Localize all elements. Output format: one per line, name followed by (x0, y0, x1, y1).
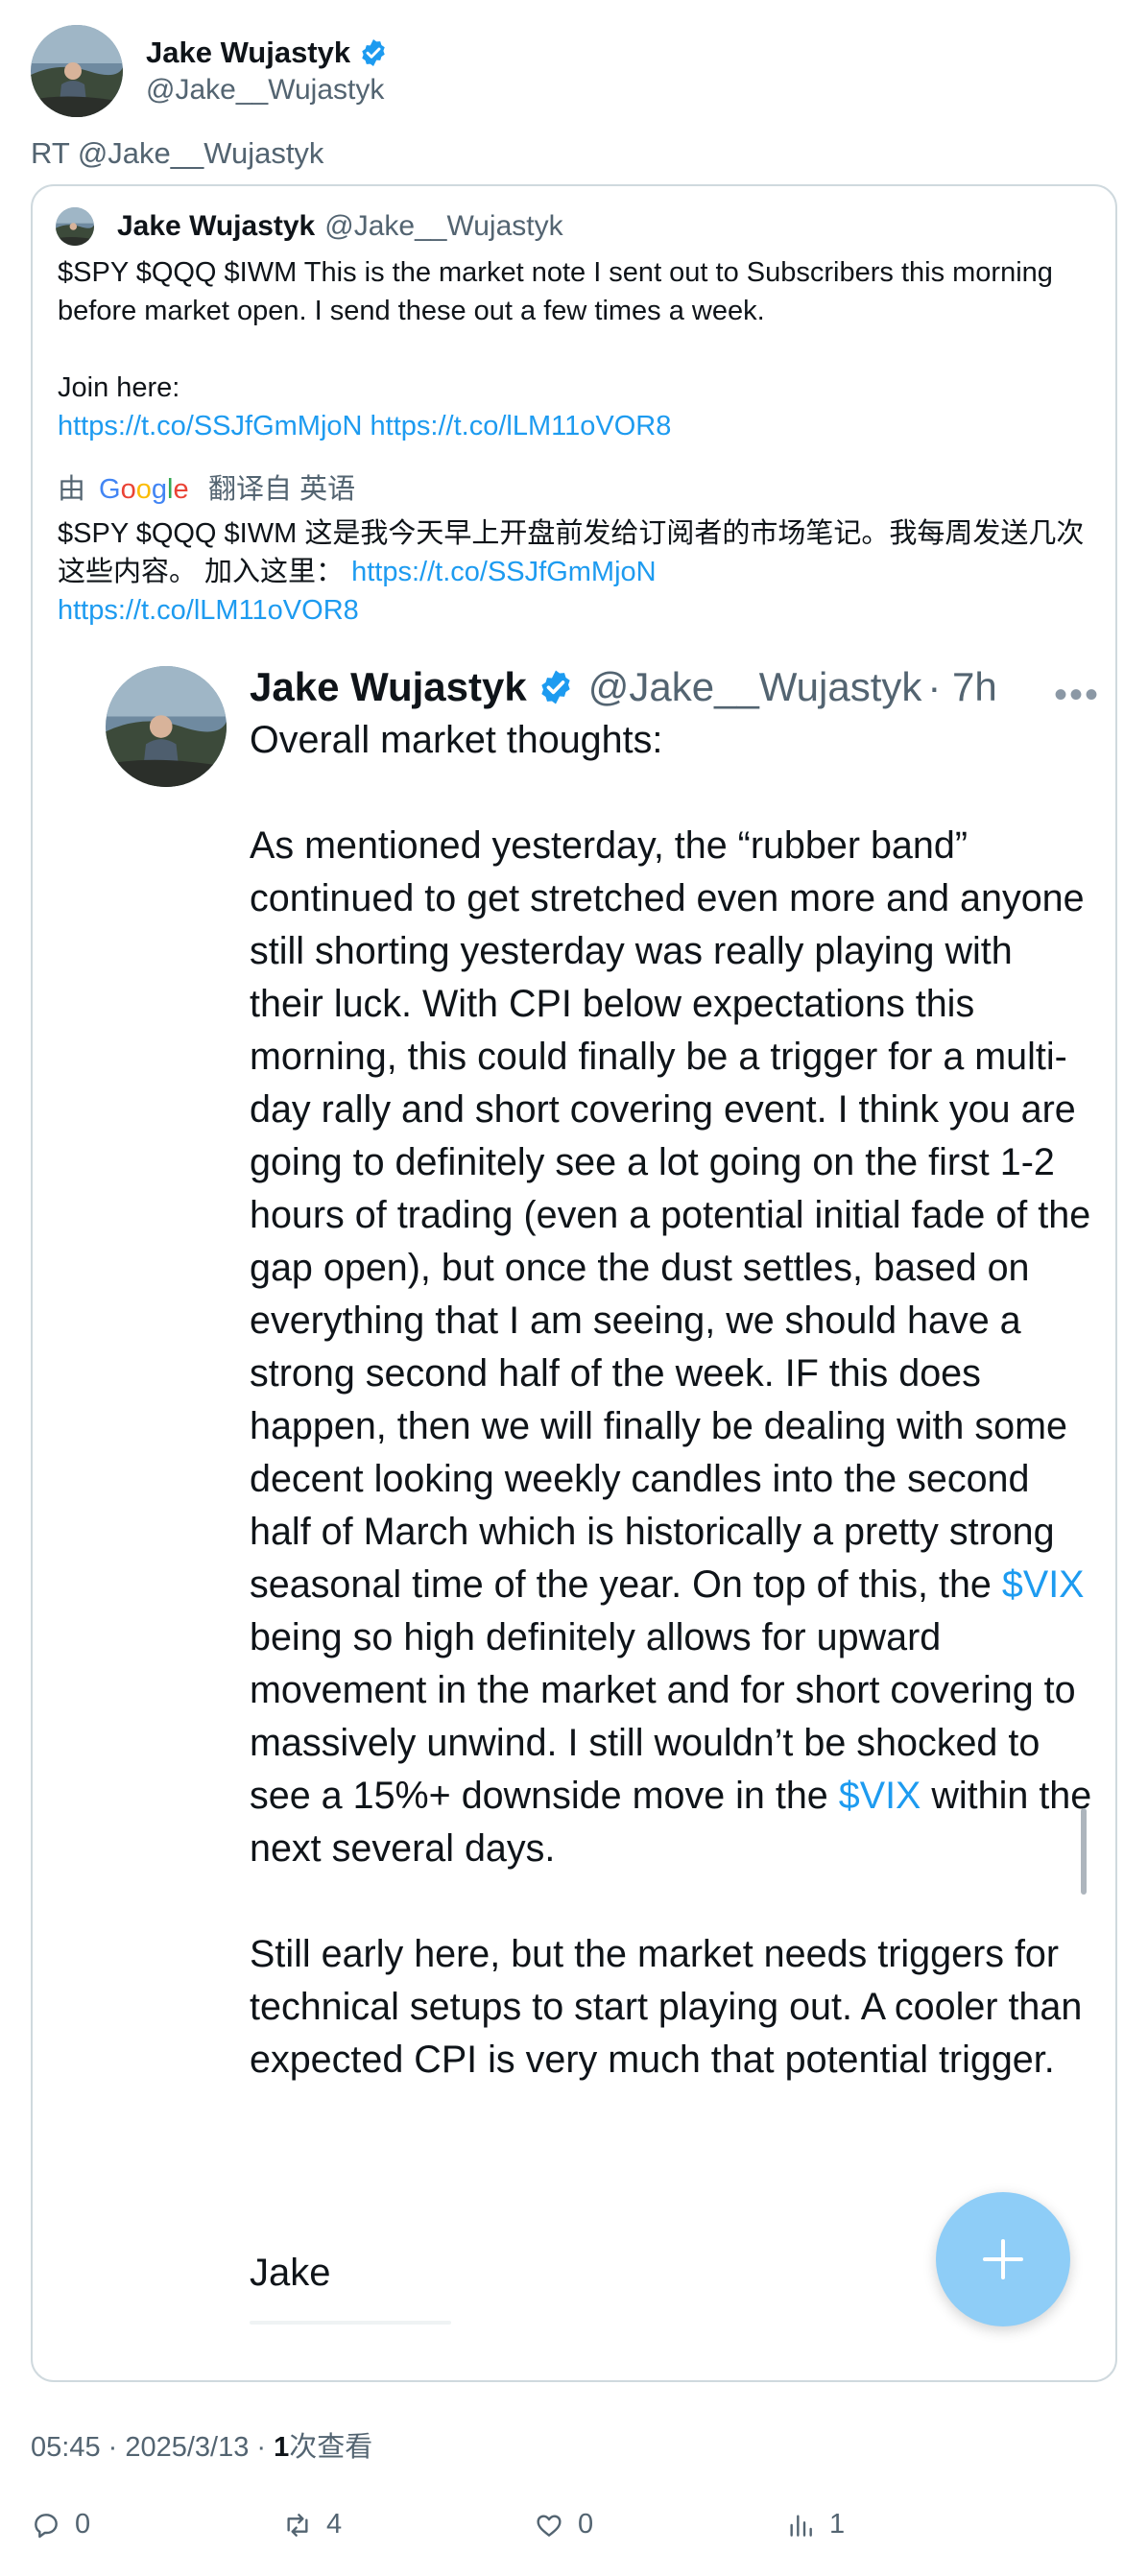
translated-text-block: $SPY $QQQ $IWM 这是我今天早上开盘前发给订阅者的市场笔记。我每周发… (58, 514, 1094, 630)
quoted-author-name[interactable]: Jake Wujastyk (117, 210, 315, 243)
embedded-para-1: Overall market thoughts: (250, 719, 663, 761)
embedded-avatar (106, 666, 227, 787)
embedded-time: · 7h (927, 664, 997, 709)
quoted-tweet-card[interactable]: Jake Wujastyk @Jake__Wujastyk $SPY $QQQ … (31, 184, 1117, 2382)
author-name[interactable]: Jake Wujastyk (146, 36, 350, 70)
quoted-body: $SPY $QQQ $IWM This is the market note I… (58, 253, 1094, 630)
retweet-count: 4 (326, 2509, 343, 2540)
compose-button[interactable] (936, 2192, 1070, 2326)
translated-link-1[interactable]: https://t.co/SSJfGmMjoN (351, 557, 656, 587)
view-label: 次查看 (289, 2432, 373, 2463)
cashtag-vix-1: $VIX (1001, 1563, 1085, 1606)
retweet-icon (287, 2513, 308, 2537)
scrollbar-thumb[interactable] (1081, 1808, 1087, 1895)
author-handle[interactable]: @Jake__Wujastyk (146, 74, 389, 107)
tweet-meta: 05:45 · 2025/3/13 · 1次查看 (31, 2424, 372, 2465)
embedded-divider (250, 2321, 451, 2325)
translation-prefix: 由 (58, 474, 86, 505)
reply-button[interactable]: 0 (31, 2509, 90, 2540)
embedded-tweet-image[interactable]: Jake Wujastyk @Jake__Wujastyk · 7h ••• O… (58, 647, 1098, 2365)
view-count: 1 (274, 2432, 290, 2463)
like-button[interactable]: 0 (534, 2509, 593, 2540)
google-logo-icon: Google (99, 474, 189, 505)
translation-attribution: 由 Google 翻译自 英语 (58, 470, 1094, 509)
tweet-timestamp[interactable]: 05:45 · 2025/3/13 · (31, 2432, 274, 2463)
heart-icon (537, 2514, 562, 2537)
more-options-icon: ••• (1054, 674, 1101, 716)
embedded-para-3: Still early here, but the market needs t… (250, 1933, 1093, 2081)
cashtag-vix-2: $VIX (838, 1775, 921, 1817)
embedded-signature: Jake (250, 2252, 331, 2294)
svg-text:Google: Google (99, 474, 189, 505)
views-button[interactable]: 1 (785, 2509, 845, 2540)
reply-count: 0 (75, 2509, 91, 2540)
quoted-author-handle[interactable]: @Jake__Wujastyk (324, 210, 562, 243)
like-count: 0 (578, 2509, 594, 2540)
embedded-header: Jake Wujastyk @Jake__Wujastyk · 7h (250, 664, 997, 710)
tweet-actions: 0 4 0 1 (31, 2509, 1117, 2547)
quoted-header: Jake Wujastyk @Jake__Wujastyk (56, 207, 563, 246)
author-avatar[interactable] (31, 25, 123, 117)
tweet-header: Jake Wujastyk @Jake__Wujastyk (31, 23, 389, 119)
analytics-icon (790, 2514, 812, 2537)
link-subscribe-2[interactable]: https://t.co/lLM11oVOR8 (371, 411, 672, 441)
translation-suffix: 翻译自 英语 (208, 474, 356, 505)
verified-badge-icon (362, 39, 385, 66)
plus-icon (983, 2239, 1023, 2279)
translated-link-2[interactable]: https://t.co/lLM11oVOR8 (58, 595, 359, 626)
embedded-tweet-text: Overall market thoughts: As mentioned ye… (250, 714, 1094, 2087)
retweet-button[interactable]: 4 (282, 2509, 342, 2540)
views-count: 1 (829, 2509, 846, 2540)
reply-icon (35, 2513, 58, 2538)
retweet-label: RT @Jake__Wujastyk (31, 136, 324, 170)
link-subscribe-1[interactable]: https://t.co/SSJfGmMjoN (58, 411, 362, 441)
embedded-author-name: Jake Wujastyk (250, 664, 527, 709)
embedded-author-handle: @Jake__Wujastyk (587, 664, 922, 709)
quoted-avatar[interactable] (56, 207, 94, 246)
embedded-verified-icon (541, 670, 570, 704)
quoted-text: $SPY $QQQ $IWM This is the market note I… (58, 257, 1053, 326)
embedded-para-2a: As mentioned yesterday, the “rubber band… (250, 824, 1102, 1606)
join-label: Join here: (58, 372, 180, 403)
